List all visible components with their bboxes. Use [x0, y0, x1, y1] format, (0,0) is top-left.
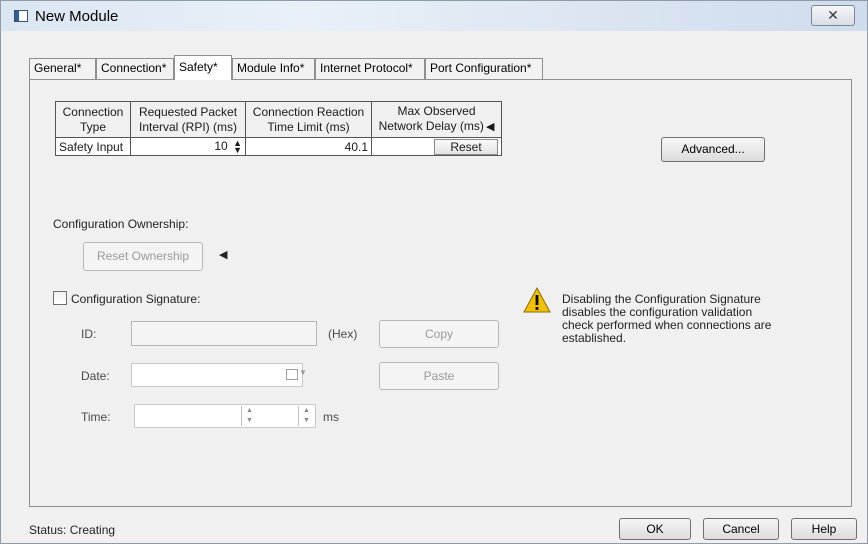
- header-max-network-delay: Max Observed Network Delay (ms) ◀: [371, 101, 502, 138]
- id-label: ID:: [81, 327, 97, 341]
- window-icon: [14, 10, 28, 22]
- cell-network-delay: Reset: [371, 137, 502, 156]
- configuration-ownership-label: Configuration Ownership:: [53, 217, 189, 231]
- help-button[interactable]: Help: [791, 518, 857, 540]
- date-label: Date:: [81, 369, 110, 383]
- configuration-signature-label: Configuration Signature:: [71, 292, 201, 306]
- window-title: New Module: [35, 8, 119, 25]
- hex-label: (Hex): [328, 327, 358, 341]
- advanced-button[interactable]: Advanced...: [661, 137, 765, 162]
- tab-safety[interactable]: Safety*: [174, 55, 232, 80]
- time-spinner-icon[interactable]: ▲ ▼: [298, 406, 314, 426]
- header-connection-type: Connection Type: [55, 101, 131, 138]
- id-field[interactable]: [131, 321, 317, 346]
- arrow-left-icon: ◀: [219, 249, 228, 261]
- status-text: Status: Creating: [29, 523, 116, 537]
- cell-reaction-time: 40.1: [245, 137, 372, 156]
- safety-connection-table: Connection Type Requested Packet Interval …: [55, 101, 502, 156]
- tab-internet-protocol[interactable]: Internet Protocol*: [315, 58, 425, 79]
- copy-button[interactable]: Copy: [379, 320, 499, 348]
- tab-general[interactable]: General*: [29, 58, 96, 79]
- date-picker[interactable]: ▼: [131, 363, 307, 387]
- rpi-spinner[interactable]: 10 ▲ ▼: [130, 137, 246, 156]
- title-bar[interactable]: New Module ✕: [1, 1, 867, 31]
- paste-button[interactable]: Paste: [379, 362, 499, 390]
- tab-connection[interactable]: Connection*: [96, 58, 174, 79]
- time-spinner-icon[interactable]: ▲ ▼: [241, 406, 257, 426]
- header-rpi: Requested Packet Interval (RPI) (ms): [130, 101, 246, 138]
- reset-delay-button[interactable]: Reset: [434, 138, 498, 155]
- spin-arrows-icon[interactable]: ▲ ▼: [233, 138, 242, 154]
- ok-button[interactable]: OK: [619, 518, 691, 540]
- arrow-left-icon: ◀: [485, 121, 495, 133]
- time-label: Time:: [81, 410, 111, 424]
- reset-ownership-button[interactable]: Reset Ownership: [83, 242, 203, 271]
- rpi-value[interactable]: 10: [214, 139, 227, 153]
- tab-port-configuration[interactable]: Port Configuration*: [425, 58, 543, 79]
- chevron-down-icon[interactable]: ▼: [299, 368, 307, 377]
- time-field[interactable]: ▲ ▼ ▲ ▼: [134, 404, 316, 428]
- close-button[interactable]: ✕: [811, 5, 855, 26]
- header-connection-reaction-time: Connection Reaction Time Limit (ms): [245, 101, 372, 138]
- cell-connection-type: Safety Input: [55, 137, 131, 156]
- cancel-button[interactable]: Cancel: [703, 518, 779, 540]
- close-icon: ✕: [827, 7, 839, 23]
- new-module-dialog: New Module ✕ General* Connection* Safety…: [0, 0, 868, 544]
- table-row: Safety Input 10 ▲ ▼ 40.1 Reset: [55, 137, 502, 156]
- calendar-icon[interactable]: [286, 369, 298, 380]
- tab-module-info[interactable]: Module Info*: [232, 58, 315, 79]
- ms-label: ms: [323, 410, 339, 424]
- warning-icon: [523, 287, 551, 313]
- configuration-signature-checkbox[interactable]: [53, 291, 67, 305]
- table-header-row: Connection Type Requested Packet Interval …: [55, 101, 502, 138]
- warning-text: Disabling the Configuration Signature di…: [562, 292, 772, 345]
